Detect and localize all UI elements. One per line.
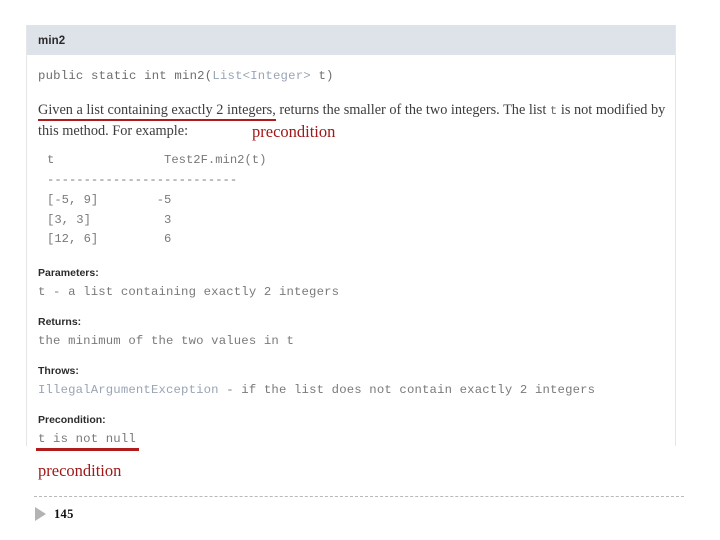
example-table-divider: -------------------------- bbox=[47, 173, 238, 188]
section-label-precondition: Precondition: bbox=[38, 414, 106, 427]
section-label-throws: Throws: bbox=[38, 365, 79, 378]
section-parameters: Parameters: t - a list containing exactl… bbox=[38, 267, 664, 299]
section-precondition: Precondition: t is not null bbox=[38, 414, 664, 446]
method-signature: public static int min2(List<Integer> t) bbox=[38, 69, 664, 83]
slide-canvas: min2 public static int min2(List<Integer… bbox=[0, 0, 720, 540]
method-description: Given a list containing exactly 2 intege… bbox=[38, 100, 672, 141]
example-table-header: t Test2F.min2(t) bbox=[47, 153, 267, 168]
javadoc-header: min2 bbox=[27, 25, 675, 55]
example-table: t Test2F.min2(t) -----------------------… bbox=[47, 151, 664, 250]
signature-suffix: t) bbox=[310, 69, 334, 83]
javadoc-panel: min2 public static int min2(List<Integer… bbox=[26, 25, 676, 447]
annotation-precondition-top: precondition bbox=[252, 122, 336, 141]
description-underlined-clause: Given a list containing exactly 2 intege… bbox=[38, 102, 276, 121]
exception-type-link[interactable]: IllegalArgumentException bbox=[38, 383, 219, 397]
section-throws: Throws: IllegalArgumentException - if th… bbox=[38, 365, 664, 397]
section-returns: Returns: the minimum of the two values i… bbox=[38, 316, 664, 348]
example-table-row: [12, 6] 6 bbox=[47, 232, 172, 247]
javadoc-body: public static int min2(List<Integer> t) … bbox=[27, 55, 675, 446]
method-name-title: min2 bbox=[38, 35, 66, 47]
annotation-underline-bottom bbox=[36, 448, 139, 451]
exception-description: - if the list does not contain exactly 2… bbox=[218, 383, 596, 398]
section-text-returns: the minimum of the two values in t bbox=[38, 334, 294, 349]
section-label-returns: Returns: bbox=[38, 316, 82, 329]
signature-param-type: List<Integer> bbox=[212, 69, 311, 83]
triangle-right-icon bbox=[35, 507, 46, 521]
signature-prefix: public static int min2( bbox=[38, 69, 213, 83]
section-text-parameters: t - a list containing exactly 2 integers bbox=[38, 285, 340, 300]
footer-divider bbox=[34, 496, 684, 497]
section-text-throws: IllegalArgumentException - if the list d… bbox=[38, 383, 664, 397]
example-table-row: [3, 3] 3 bbox=[47, 212, 172, 227]
section-text-precondition: t is not null bbox=[38, 432, 136, 447]
page-number: 145 bbox=[54, 507, 74, 521]
annotation-precondition-bottom: precondition bbox=[38, 461, 122, 480]
section-label-parameters: Parameters: bbox=[38, 267, 99, 280]
example-table-row: [-5, 9] -5 bbox=[47, 192, 172, 207]
description-rest-before: returns the smaller of the two integers.… bbox=[275, 102, 550, 118]
